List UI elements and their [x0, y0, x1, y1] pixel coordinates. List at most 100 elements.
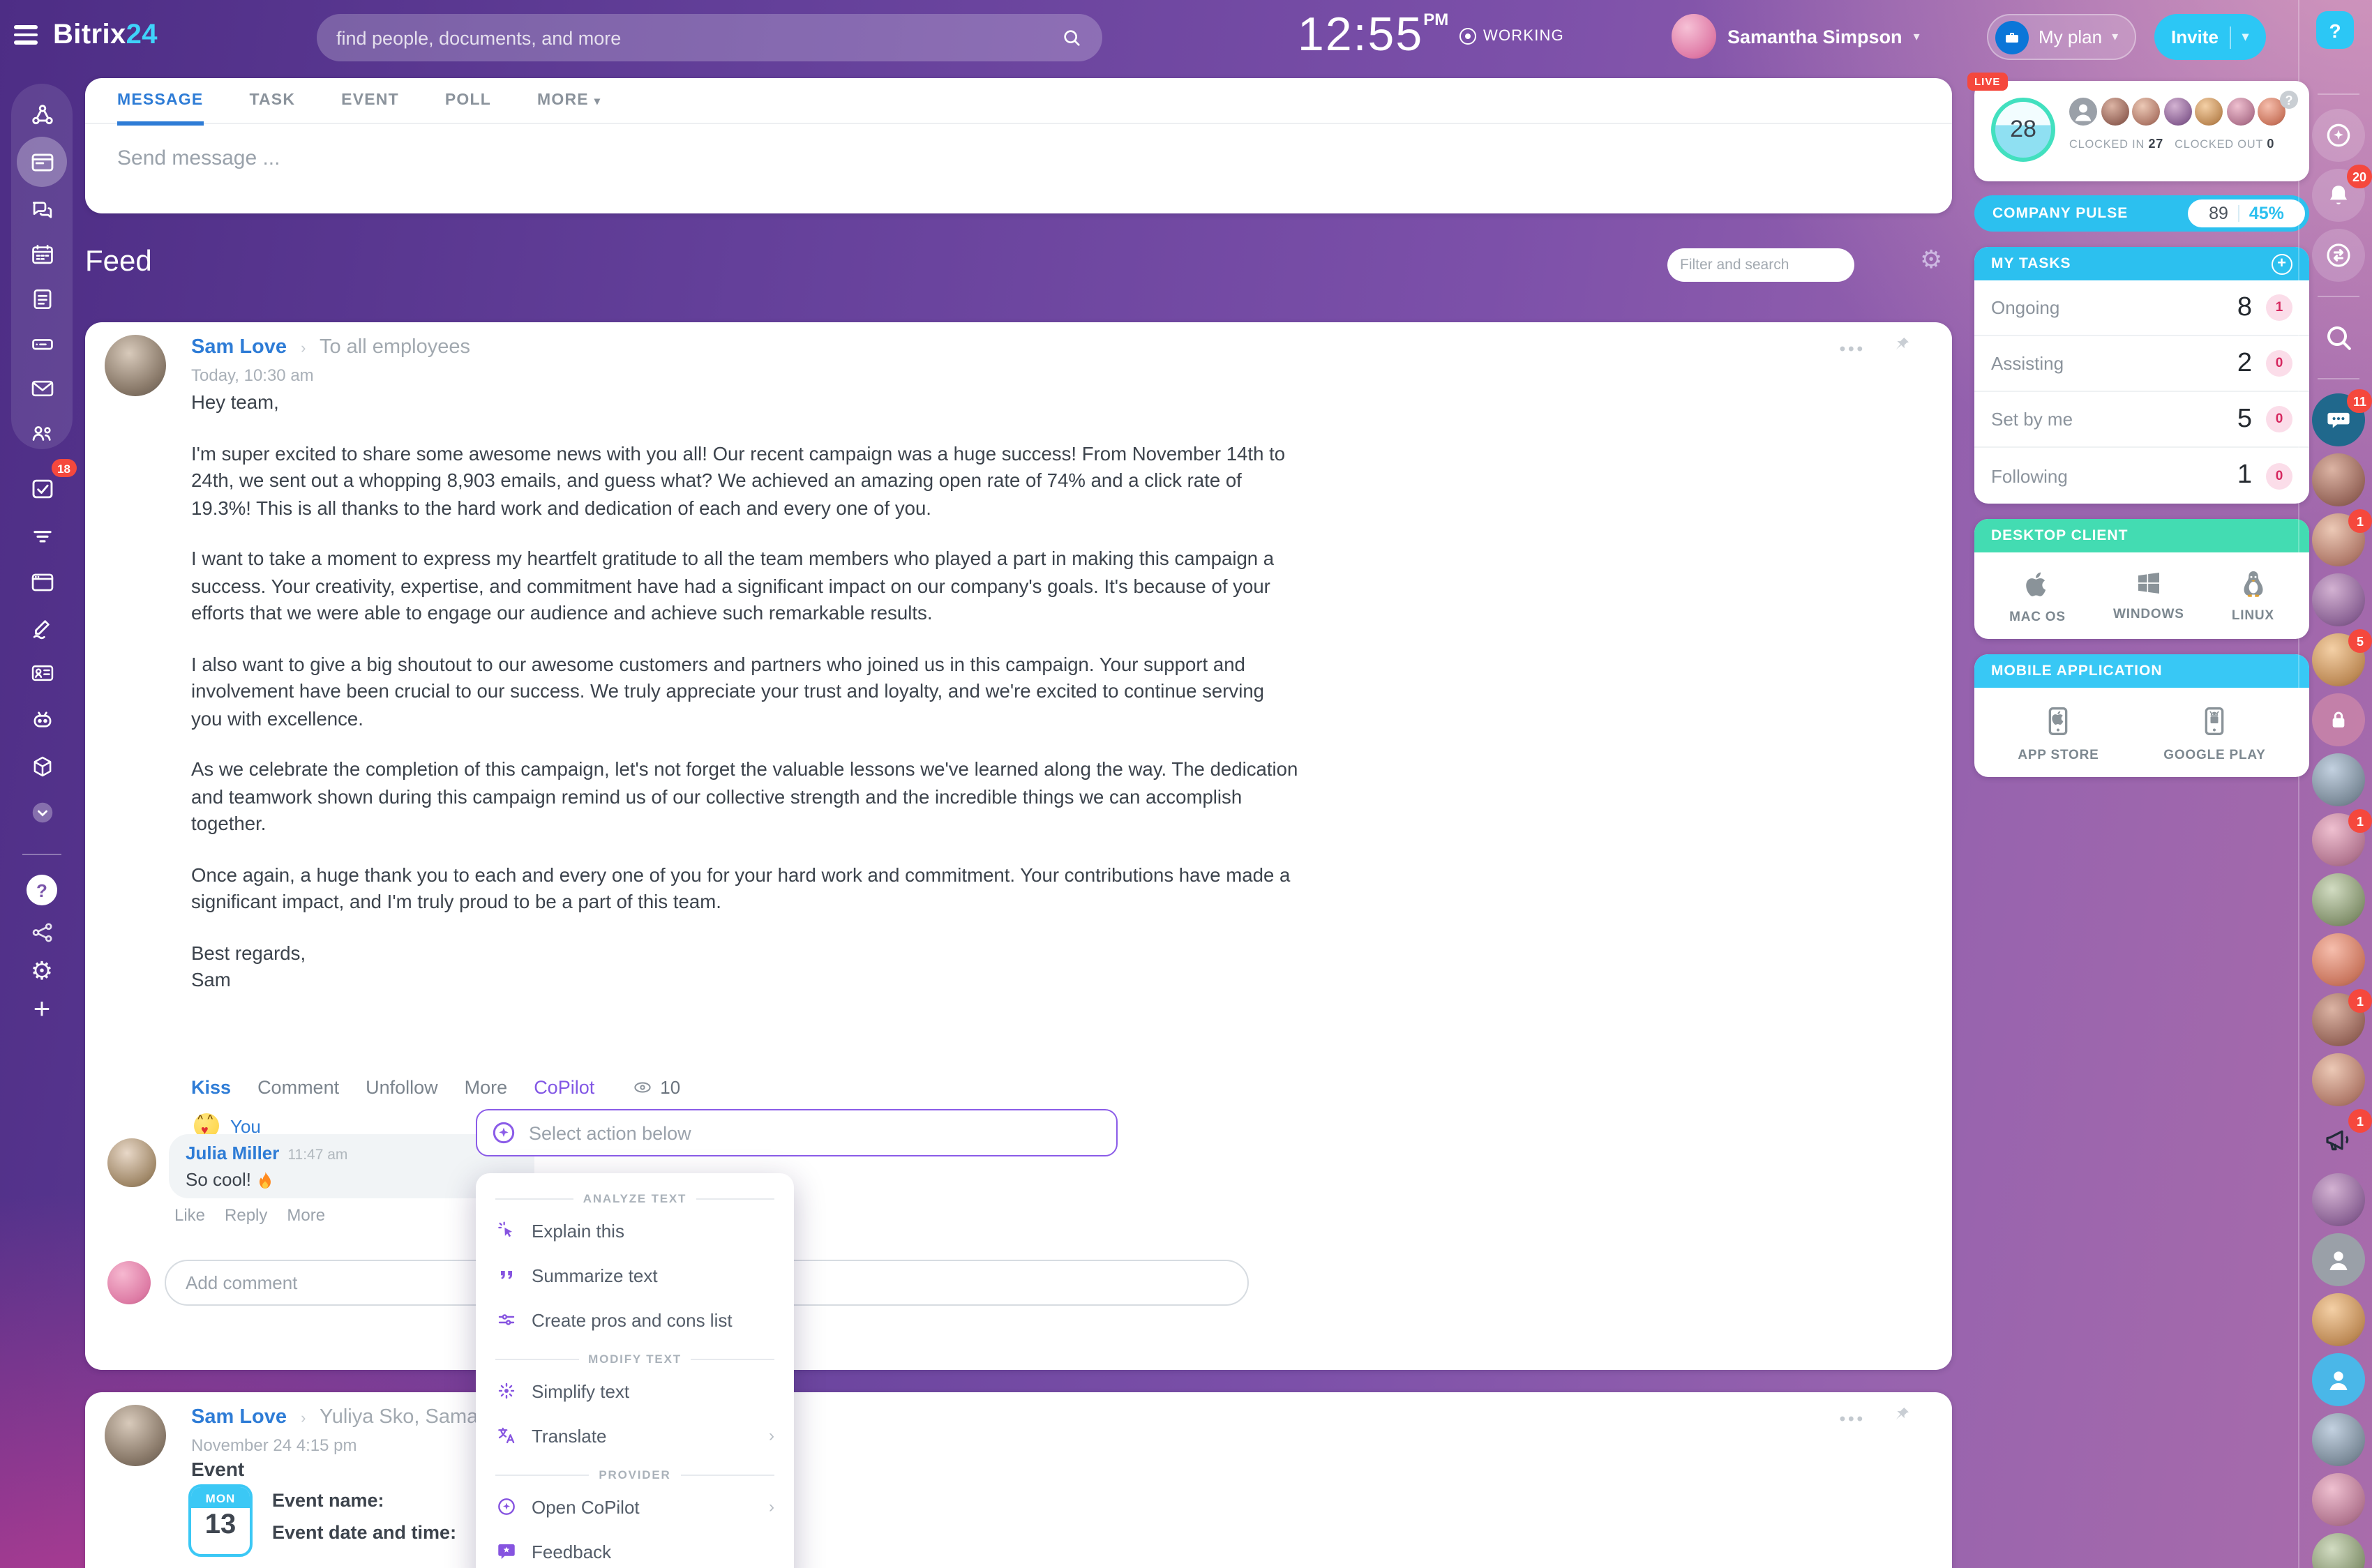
sidebar-item-network[interactable] [20, 910, 64, 954]
company-pulse-widget[interactable]: COMPANY PULSE 89 45% [1974, 195, 2309, 232]
event-author-avatar[interactable] [105, 1405, 166, 1466]
rail-lock-icon[interactable] [2312, 693, 2365, 746]
mobile-app-store[interactable]: APP STORE [2018, 704, 2099, 763]
rail-history-icon[interactable] [2312, 229, 2365, 282]
feed-settings-gear-icon[interactable]: ⚙ [1920, 246, 1942, 275]
rail-avatar-default[interactable] [2312, 1233, 2365, 1286]
menu-item-translate[interactable]: Translate › [476, 1413, 794, 1458]
rail-avatar[interactable] [2312, 453, 2365, 506]
user-menu[interactable]: Samantha Simpson ▾ [1672, 14, 1920, 59]
rail-megaphone-icon[interactable]: 1 [2312, 1113, 2365, 1166]
task-row-ongoing[interactable]: Ongoing 8 1 [1974, 280, 2309, 336]
comment-author-link[interactable]: Julia Miller [186, 1143, 279, 1163]
task-row-set-by-me[interactable]: Set by me 5 0 [1974, 392, 2309, 448]
comment-more-link[interactable]: More [287, 1205, 325, 1225]
task-row-following[interactable]: Following 1 0 [1974, 448, 2309, 504]
menu-item-explain-this[interactable]: Explain this [476, 1208, 794, 1253]
copilot-select-input[interactable] [529, 1122, 1104, 1143]
tab-more[interactable]: MORE▾ [537, 77, 601, 123]
rail-avatar[interactable] [2312, 753, 2365, 806]
menu-item-summarize-text[interactable]: Summarize text [476, 1253, 794, 1297]
event-more-dots-icon[interactable]: ••• [1840, 1409, 1866, 1428]
rail-avatar[interactable] [2312, 1173, 2365, 1226]
rail-avatar[interactable]: 1 [2312, 813, 2365, 866]
desktop-windows[interactable]: WINDOWS [2113, 569, 2184, 625]
rail-avatar[interactable] [2312, 1053, 2365, 1106]
post-author-link[interactable]: Sam Love [191, 336, 287, 359]
post-pin-icon[interactable] [1891, 333, 1913, 363]
sidebar-item-sign[interactable] [20, 604, 64, 649]
clockin-widget[interactable]: LIVE 28 CLOCKED IN 27 CLOCKED OUT 0 ? [1974, 81, 2309, 181]
sidebar-item-settings[interactable]: ⚙ [20, 949, 64, 993]
tab-event[interactable]: EVENT [341, 77, 399, 123]
sidebar-item-help[interactable]: ? [20, 868, 64, 912]
rail-teamchat-icon[interactable]: 11 [2312, 393, 2365, 446]
add-task-button[interactable]: + [2272, 253, 2292, 274]
sidebar-item-calendar[interactable] [20, 232, 64, 276]
rail-bell-icon[interactable]: 20 [2312, 169, 2365, 222]
sidebar-item-more[interactable] [20, 790, 64, 834]
sidebar-item-collab[interactable] [20, 92, 64, 137]
sidebar-item-contacts[interactable] [20, 650, 64, 695]
tab-poll[interactable]: POLL [445, 77, 491, 123]
rail-avatar[interactable] [2312, 1293, 2365, 1346]
global-search-input[interactable] [336, 27, 1060, 48]
rail-avatar[interactable]: 1 [2312, 993, 2365, 1046]
post-more-dots-icon[interactable]: ••• [1840, 339, 1866, 359]
rail-avatar[interactable] [2312, 873, 2365, 926]
sidebar-item-feed[interactable] [20, 140, 64, 184]
rail-avatar[interactable] [2312, 933, 2365, 986]
like-link[interactable]: Like [174, 1205, 205, 1225]
rail-avatar[interactable]: 5 [2312, 633, 2365, 686]
sidebar-item-docs[interactable] [20, 276, 64, 321]
kiss-action[interactable]: Kiss [191, 1077, 231, 1098]
user-avatar[interactable] [1672, 14, 1716, 59]
sidebar-item-crm[interactable] [20, 513, 64, 558]
event-author-link[interactable]: Sam Love [191, 1406, 287, 1428]
search-icon[interactable] [1060, 27, 1083, 49]
working-status[interactable]: WORKING [1459, 28, 1564, 45]
help-icon[interactable]: ? [2280, 91, 2298, 109]
desktop-macos[interactable]: MAC OS [2009, 569, 2066, 625]
sidebar-item-market[interactable] [20, 744, 64, 788]
sidebar-item-apps[interactable] [20, 696, 64, 741]
work-clock[interactable]: 12:55PM [1298, 8, 1448, 63]
task-row-assisting[interactable]: Assisting 2 0 [1974, 336, 2309, 392]
rail-avatar[interactable] [2312, 1533, 2365, 1568]
copilot-action[interactable]: CoPilot [534, 1077, 594, 1098]
rail-avatar[interactable] [2312, 573, 2365, 626]
post-recipients[interactable]: To all employees [320, 336, 470, 359]
hamburger-menu-icon[interactable] [14, 25, 38, 45]
menu-item-pros-cons[interactable]: Create pros and cons list [476, 1297, 794, 1342]
comment-action[interactable]: Comment [257, 1077, 339, 1098]
tab-task[interactable]: TASK [249, 77, 295, 123]
rail-search-icon[interactable] [2312, 311, 2365, 364]
rail-copilot-icon[interactable] [2312, 109, 2365, 162]
sidebar-item-tasks[interactable]: 18 [20, 466, 64, 511]
rail-help-button[interactable]: ? [2316, 11, 2354, 49]
menu-item-simplify-text[interactable]: Simplify text [476, 1369, 794, 1413]
rail-avatar[interactable]: 1 [2312, 513, 2365, 566]
my-plan-button[interactable]: My plan ▾ [1987, 14, 2136, 60]
event-pin-icon[interactable] [1891, 1403, 1913, 1433]
post-author-avatar[interactable] [105, 335, 166, 396]
desktop-linux[interactable]: LINUX [2232, 569, 2274, 625]
copilot-select-box[interactable] [476, 1109, 1118, 1156]
tab-message[interactable]: MESSAGE [117, 77, 203, 123]
menu-item-open-copilot[interactable]: Open CoPilot › [476, 1484, 794, 1529]
rail-avatar-default[interactable] [2312, 1353, 2365, 1406]
reaction-you-label[interactable]: You [230, 1115, 261, 1136]
comment-author-avatar[interactable] [107, 1138, 156, 1187]
sidebar-item-mail[interactable] [20, 365, 64, 410]
menu-item-feedback[interactable]: Feedback [476, 1529, 794, 1568]
app-logo[interactable]: Bitrix24 [53, 20, 158, 52]
invite-button[interactable]: Invite ▾ [2154, 14, 2265, 60]
sidebar-item-add[interactable]: + [20, 988, 64, 1032]
sidebar-item-teams[interactable] [20, 410, 64, 455]
more-action[interactable]: More [465, 1077, 508, 1098]
sidebar-item-messenger[interactable] [20, 187, 64, 232]
reply-link[interactable]: Reply [225, 1205, 267, 1225]
rail-avatar[interactable] [2312, 1473, 2365, 1526]
sidebar-item-drive[interactable] [20, 321, 64, 365]
mobile-google-play[interactable]: GOOGLE PLAY [2163, 704, 2265, 763]
